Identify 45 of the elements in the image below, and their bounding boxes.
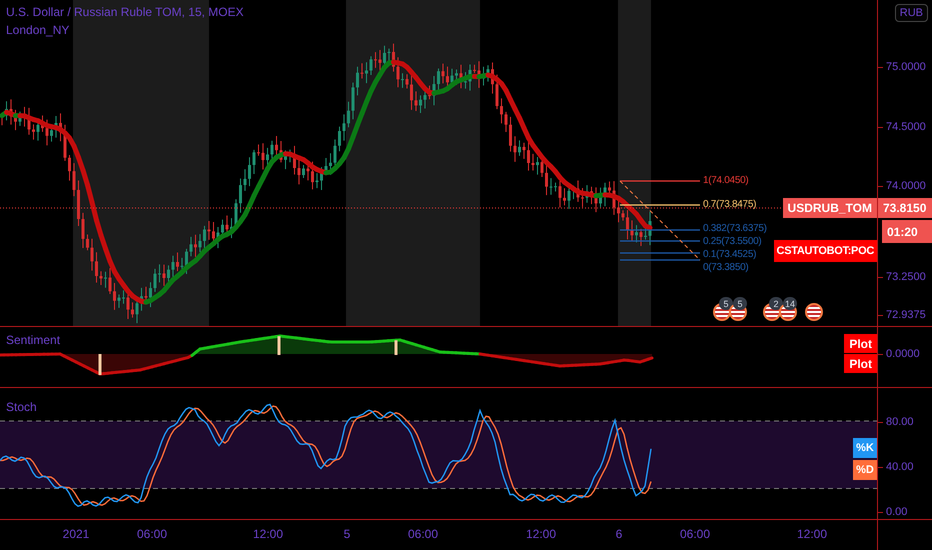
time-tick-label: 5 — [344, 527, 350, 541]
event-count: 5 — [719, 297, 733, 310]
plot-label: Plot — [844, 354, 877, 373]
fib-level-label: 1(74.0450) — [703, 175, 748, 187]
fib-level-label: 0.382(73.6375) — [703, 223, 767, 235]
time-tick-label: 12:00 — [526, 527, 556, 541]
flag-icon[interactable] — [805, 303, 823, 321]
plot-label: Plot — [844, 334, 877, 353]
fib-level-label: 0.1(73.4525) — [703, 249, 756, 261]
indicator-name: London_NY — [6, 23, 70, 37]
price-tick-label: 74.0000 — [886, 180, 926, 192]
price-tick-label: 73.2500 — [886, 271, 926, 283]
time-tick-label: 2021 — [62, 527, 90, 541]
time-tick-label: 12:00 — [252, 527, 284, 541]
value-tick-label: 0.0000 — [886, 348, 920, 360]
price-tick-label: 74.5000 — [886, 121, 926, 133]
time-tick-label: 12:00 — [796, 527, 828, 541]
value-tick-label: 80.00 — [886, 416, 914, 428]
currency-badge: RUB — [894, 4, 928, 22]
time-tick-label: 6 — [616, 527, 622, 541]
last-price-label: 73.8150 — [878, 198, 932, 218]
time-tick-label: 06:00 — [680, 527, 710, 541]
fib-level-label: 0.7(73.8475) — [703, 199, 756, 211]
countdown-label: 01:20 — [882, 220, 932, 243]
signal-marker — [98, 354, 102, 375]
price-tick-label: 75.0000 — [886, 61, 926, 73]
fib-level-label: 0.25(73.5500) — [703, 236, 762, 248]
signal-marker — [394, 340, 398, 355]
event-count: 5 — [733, 297, 747, 310]
chart-title: U.S. Dollar / Russian Ruble TOM, 15, MOEX — [6, 5, 244, 19]
value-tick-label: 0.00 — [886, 506, 908, 518]
event-count: 14 — [783, 297, 797, 310]
poc-label: CSTAUTOBOT:POC — [774, 240, 877, 262]
price-tick-label: 72.9375 — [886, 309, 926, 321]
event-count: 2 — [769, 297, 783, 310]
pane-title: Sentiment — [6, 333, 60, 347]
fib-level-label: 0(73.3850) — [703, 262, 748, 274]
value-tick-label: 40.00 — [886, 461, 914, 473]
time-tick-label: 06:00 — [136, 527, 168, 541]
time-tick-label: 06:00 — [408, 527, 438, 541]
legend-label: %K — [853, 438, 877, 458]
symbol-label: USDRUB_TOM — [782, 198, 877, 218]
signal-marker — [278, 336, 280, 355]
legend-label: %D — [853, 460, 877, 480]
pane-title: Stoch — [6, 400, 37, 414]
